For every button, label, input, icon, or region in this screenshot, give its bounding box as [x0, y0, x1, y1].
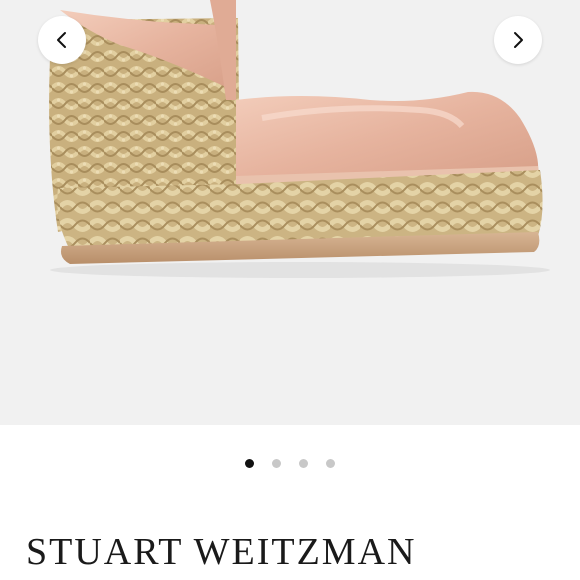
- carousel-pagination: [0, 459, 580, 471]
- chevron-left-icon: [57, 32, 66, 48]
- carousel-dot-4[interactable]: [326, 459, 335, 468]
- carousel-dot-3[interactable]: [299, 459, 308, 468]
- carousel-dot-1[interactable]: [245, 459, 254, 468]
- product-image-gallery[interactable]: [0, 0, 580, 425]
- brand-name: STUART WEITZMAN: [26, 531, 417, 573]
- product-image: [49, 0, 550, 278]
- product-page: STUART WEITZMAN: [0, 0, 580, 580]
- carousel-dot-2[interactable]: [272, 459, 281, 468]
- previous-image-button[interactable]: [38, 16, 86, 64]
- chevron-right-icon: [514, 32, 523, 48]
- next-image-button[interactable]: [494, 16, 542, 64]
